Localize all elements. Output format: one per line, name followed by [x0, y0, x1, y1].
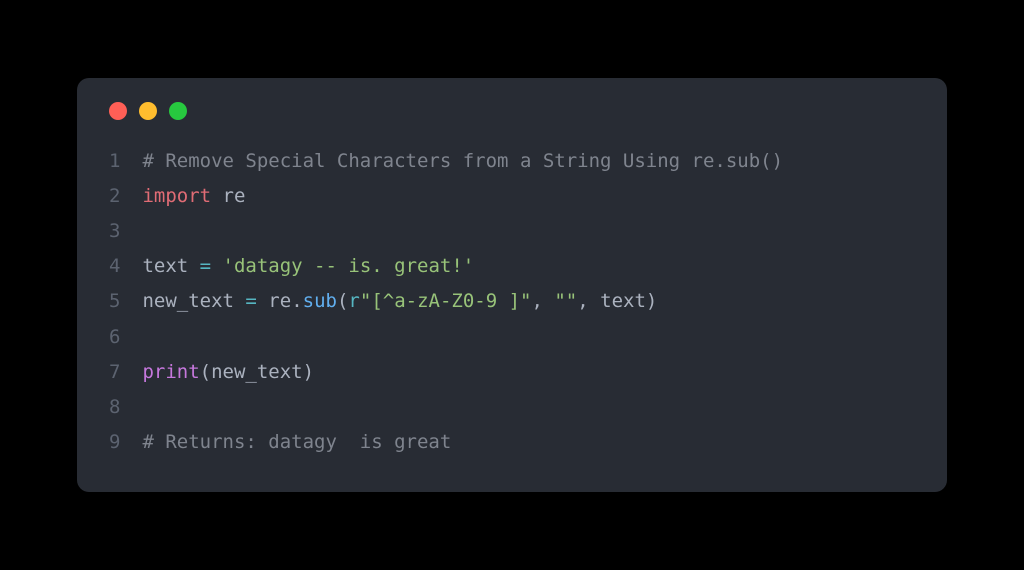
module-name: re	[223, 185, 246, 207]
dot-token: .	[291, 290, 302, 312]
code-line[interactable]	[142, 390, 783, 425]
code-content[interactable]: # Remove Special Characters from a Strin…	[142, 144, 783, 460]
string-literal: "[^a-zA-Z0-9 ]"	[360, 290, 532, 312]
function-name: sub	[303, 290, 337, 312]
close-icon[interactable]	[109, 102, 127, 120]
line-number: 2	[109, 179, 120, 214]
object-name: re	[268, 290, 291, 312]
paren-close: )	[303, 361, 314, 383]
code-editor-window: 1 2 3 4 5 6 7 8 9 # Remove Special Chara…	[77, 78, 947, 492]
string-literal: 'datagy -- is. great!'	[223, 255, 475, 277]
raw-prefix: r	[348, 290, 359, 312]
argument-name: new_text	[211, 361, 303, 383]
line-number: 9	[109, 425, 120, 460]
line-number-gutter: 1 2 3 4 5 6 7 8 9	[109, 144, 120, 460]
comment-token: # Remove Special Characters from a Strin…	[142, 150, 783, 172]
code-line[interactable]: # Returns: datagy is great	[142, 425, 783, 460]
code-line[interactable]: text = 'datagy -- is. great!'	[142, 249, 783, 284]
code-line[interactable]: import re	[142, 179, 783, 214]
comma-token: ,	[531, 290, 554, 312]
code-area[interactable]: 1 2 3 4 5 6 7 8 9 # Remove Special Chara…	[109, 144, 915, 460]
paren-open: (	[337, 290, 348, 312]
string-literal: ""	[554, 290, 577, 312]
variable-name: text	[142, 255, 188, 277]
line-number: 3	[109, 214, 120, 249]
maximize-icon[interactable]	[169, 102, 187, 120]
minimize-icon[interactable]	[139, 102, 157, 120]
code-line[interactable]: # Remove Special Characters from a Strin…	[142, 144, 783, 179]
code-line[interactable]: print(new_text)	[142, 355, 783, 390]
paren-close: )	[646, 290, 657, 312]
paren-open: (	[200, 361, 211, 383]
builtin-function: print	[142, 361, 199, 383]
code-line[interactable]	[142, 320, 783, 355]
code-line[interactable]	[142, 214, 783, 249]
code-line[interactable]: new_text = re.sub(r"[^a-zA-Z0-9 ]", "", …	[142, 284, 783, 319]
line-number: 8	[109, 390, 120, 425]
line-number: 4	[109, 249, 120, 284]
operator-assign: =	[188, 255, 222, 277]
argument-name: text	[600, 290, 646, 312]
variable-name: new_text	[142, 290, 234, 312]
line-number: 1	[109, 144, 120, 179]
line-number: 6	[109, 320, 120, 355]
keyword-import: import	[142, 185, 211, 207]
comma-token: ,	[577, 290, 600, 312]
line-number: 5	[109, 284, 120, 319]
comment-token: # Returns: datagy is great	[142, 431, 451, 453]
traffic-lights	[109, 102, 915, 120]
line-number: 7	[109, 355, 120, 390]
operator-assign: =	[234, 290, 268, 312]
